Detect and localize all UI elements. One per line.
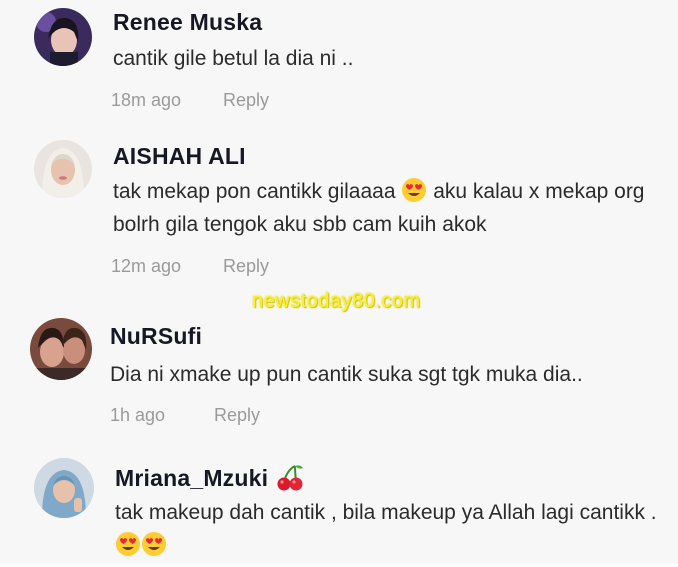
heart-eyes-icon (115, 531, 141, 557)
reply-button[interactable]: Reply (223, 256, 269, 277)
comment-username[interactable]: AISHAH ALI (113, 143, 246, 170)
comment-time: 1h ago (110, 405, 166, 425)
comment-username-text: Mriana_Mzuki (115, 465, 269, 491)
avatar[interactable] (34, 8, 92, 66)
reply-button[interactable]: Reply (214, 405, 260, 426)
heart-eyes-icon (401, 177, 427, 203)
comment-meta: 18m ago Reply (111, 90, 269, 111)
comment-text: tak mekap pon cantikk gilaaaa aku kalau … (113, 175, 673, 241)
heart-eyes-icon (141, 531, 167, 557)
comments-panel: Renee Muska cantik gile betul la dia ni … (0, 0, 678, 564)
cherries-icon (275, 462, 305, 492)
comment-text: cantik gile betul la dia ni .. (113, 47, 354, 70)
comment-meta: 1h ago Reply (110, 405, 260, 426)
comment-text-part: tak makeup dah cantik , bila makeup ya A… (115, 501, 657, 524)
comment-text: Dia ni xmake up pun cantik suka sgt tgk … (110, 363, 583, 386)
comment-text: tak makeup dah cantik , bila makeup ya A… (115, 496, 660, 562)
comment-username[interactable]: NuRSufi (110, 323, 202, 350)
comment-username[interactable]: Renee Muska (113, 9, 262, 36)
comment-meta: 12m ago Reply (111, 256, 269, 277)
reply-button[interactable]: Reply (223, 90, 269, 111)
comment-text-part: tak mekap pon cantikk gilaaaa (113, 180, 396, 203)
comment-username[interactable]: Mriana_Mzuki (115, 462, 305, 492)
comment-time: 18m ago (111, 90, 182, 110)
avatar[interactable] (34, 458, 94, 518)
comment-time: 12m ago (111, 256, 182, 276)
avatar[interactable] (34, 140, 92, 198)
avatar[interactable] (30, 318, 92, 380)
watermark: newstoday80.com (252, 290, 421, 312)
